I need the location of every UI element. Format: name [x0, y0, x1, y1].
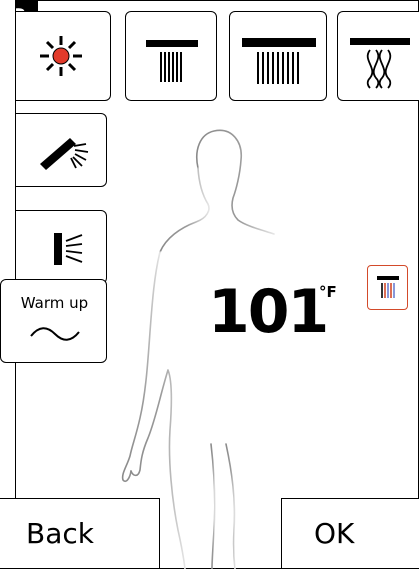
back-button[interactable]: Back	[0, 498, 160, 569]
sun-icon	[40, 36, 82, 76]
ok-button-label: OK	[314, 517, 355, 550]
active-showerhead-icon	[377, 276, 399, 298]
back-button-label: Back	[26, 517, 94, 550]
narrow-showerhead-icon	[146, 40, 198, 82]
active-outlet-indicator	[367, 265, 408, 310]
temperature-unit: °F	[319, 283, 337, 301]
handshower-spray-icon	[40, 138, 89, 170]
ok-button[interactable]: OK	[281, 498, 419, 569]
massage-shower-button[interactable]	[337, 11, 419, 101]
wide-shower-button[interactable]	[229, 11, 327, 101]
massage-showerhead-icon	[350, 38, 410, 89]
light-mode-button[interactable]	[16, 11, 111, 101]
handshower-button[interactable]	[16, 113, 107, 187]
warm-up-wave-icon	[30, 327, 80, 341]
warm-up-button[interactable]: Warm up	[0, 279, 107, 363]
wide-showerhead-icon	[242, 38, 316, 84]
temperature-value: 101	[208, 277, 329, 347]
side-body-spray-icon	[54, 233, 83, 265]
narrow-shower-button[interactable]	[125, 11, 217, 101]
side-spray-button[interactable]	[16, 210, 107, 284]
